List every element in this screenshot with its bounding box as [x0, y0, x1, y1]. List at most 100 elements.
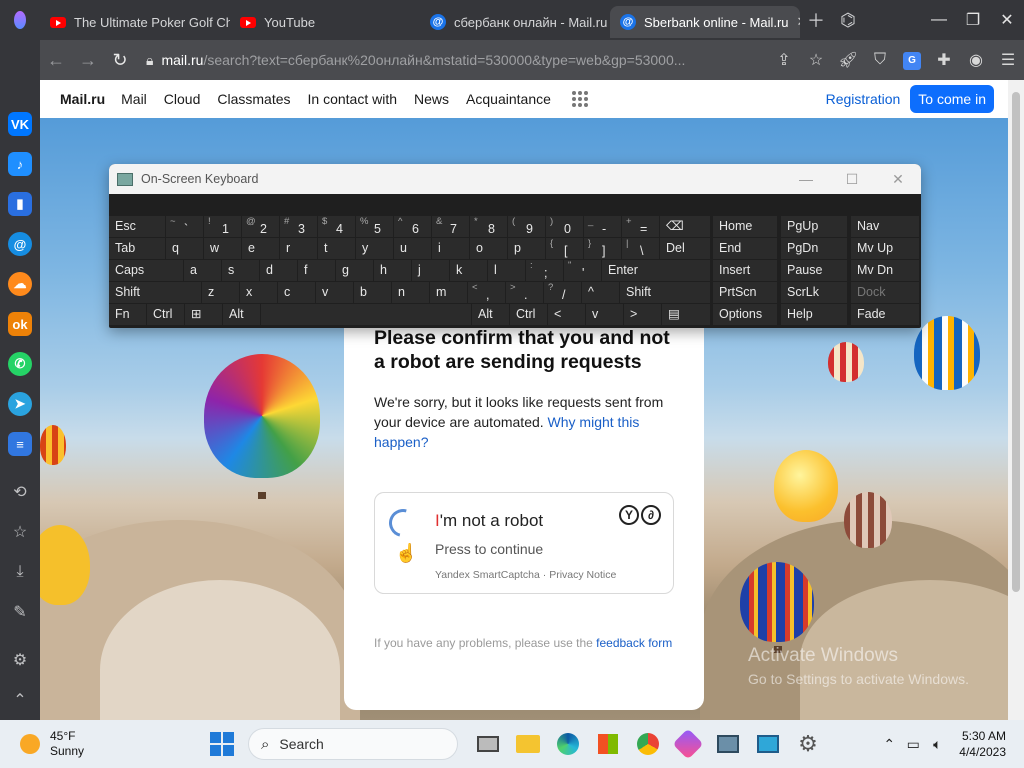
osk-nav-key[interactable]: Insert	[713, 260, 777, 281]
osk-key[interactable]: h	[374, 260, 411, 281]
clock[interactable]: 5:30 AM 4/4/2023	[959, 728, 1006, 760]
osk-key[interactable]: v	[586, 304, 623, 325]
login-button[interactable]: To come in	[910, 85, 994, 113]
nav-acquaintance[interactable]: Acquaintance	[466, 91, 551, 107]
restore-icon[interactable]: ❐	[956, 10, 990, 30]
mailru-logo[interactable]: Mail.ru	[60, 91, 105, 107]
osk-key[interactable]: l	[488, 260, 525, 281]
reload-icon[interactable]: ↻	[104, 50, 136, 71]
nav-cloud[interactable]: Cloud	[164, 91, 201, 107]
edge-icon[interactable]	[548, 724, 588, 764]
translate-icon[interactable]: G	[896, 50, 928, 70]
settings-gear-icon[interactable]: ⚙	[8, 648, 32, 672]
osk-key[interactable]: }]	[584, 238, 621, 259]
osk-key[interactable]: v	[316, 282, 353, 303]
osk-key[interactable]: f	[298, 260, 335, 281]
nav-in-contact-with[interactable]: In contact with	[308, 91, 398, 107]
osk-nav-key[interactable]: Mv Dn	[851, 260, 919, 281]
osk-key[interactable]: u	[394, 238, 431, 259]
virtual-machine-icon[interactable]	[708, 724, 748, 764]
osk-key[interactable]: a	[184, 260, 221, 281]
volume-icon[interactable]: 🔈︎	[925, 736, 949, 753]
chevron-up-icon[interactable]: ⌃	[8, 688, 32, 712]
osk-key[interactable]: i	[432, 238, 469, 259]
osk-nav-key[interactable]: Nav	[851, 216, 919, 237]
osk-key[interactable]: ~ `	[166, 216, 203, 237]
tab-youtube[interactable]: YouTube	[230, 6, 420, 38]
osk-key[interactable]: s	[222, 260, 259, 281]
favorites-star-icon[interactable]: ☆	[8, 520, 32, 544]
menu-icon[interactable]: ☰	[992, 50, 1024, 70]
close-window-icon[interactable]: ✕	[990, 10, 1024, 30]
osk-key[interactable]: ? /	[544, 282, 581, 303]
vk-icon[interactable]: VK	[8, 112, 32, 136]
captcha-footer[interactable]: Yandex SmartCaptcha · Privacy Notice	[435, 569, 616, 581]
extensions-icon[interactable]: ✚	[928, 50, 960, 70]
osk-title-bar[interactable]: On-Screen Keyboard — ☐ ✕	[109, 164, 921, 194]
close-tab-icon[interactable]: ✕	[797, 14, 800, 30]
new-tab-icon[interactable]: ＋	[800, 7, 832, 33]
osk-nav-key[interactable]: PgUp	[781, 216, 847, 237]
osk-nav-key[interactable]: Options	[713, 304, 777, 325]
tab-search-icon[interactable]: ⌬	[832, 10, 864, 31]
osk-key[interactable]: #3	[280, 216, 317, 237]
taskbar-search[interactable]: ⌕ Search	[248, 728, 458, 760]
profile-icon[interactable]: ◉	[960, 50, 992, 70]
osk-key[interactable]: t	[318, 238, 355, 259]
nav-news[interactable]: News	[414, 91, 449, 107]
settings-app-icon[interactable]: ⚙	[788, 724, 828, 764]
osk-key[interactable]: @2	[242, 216, 279, 237]
osk-nav-key[interactable]: PrtScn	[713, 282, 777, 303]
osk-key[interactable]: p	[508, 238, 545, 259]
osk-key[interactable]: * 8	[470, 216, 507, 237]
osk-minimize-icon[interactable]: —	[783, 171, 829, 188]
osk-key[interactable]: ^	[582, 282, 619, 303]
osk-key[interactable]: x	[240, 282, 277, 303]
osk-key[interactable]: z	[202, 282, 239, 303]
file-explorer-icon[interactable]	[508, 724, 548, 764]
store-icon[interactable]	[588, 724, 628, 764]
osk-key[interactable]: Fn	[109, 304, 146, 325]
osk-key[interactable]: $4	[318, 216, 355, 237]
osk-key[interactable]: ▤	[662, 304, 710, 325]
osk-nav-key[interactable]: Pause	[781, 260, 847, 281]
stats-icon[interactable]: ▮	[8, 192, 32, 216]
osk-nav-key[interactable]: Help	[781, 304, 847, 325]
nav-mail[interactable]: Mail	[121, 91, 147, 107]
osk-key[interactable]: n	[392, 282, 429, 303]
minimize-icon[interactable]: —	[922, 11, 956, 29]
osk-key[interactable]: Alt	[223, 304, 260, 325]
telegram-icon[interactable]: ➤	[8, 392, 32, 416]
osk-key[interactable]: Del	[660, 238, 710, 259]
osk-key[interactable]: o	[470, 238, 507, 259]
osk-key[interactable]: Ctrl	[147, 304, 184, 325]
back-icon[interactable]: ←	[40, 50, 72, 71]
osk-key[interactable]: Esc	[109, 216, 165, 237]
chrome-icon[interactable]	[628, 724, 668, 764]
osk-key[interactable]: Ctrl	[510, 304, 547, 325]
history-icon[interactable]: ⟲	[8, 480, 32, 504]
osk-nav-key[interactable]: Dock	[851, 282, 919, 303]
osk-key[interactable]: c	[278, 282, 315, 303]
osk-key[interactable]: ⊞	[185, 304, 222, 325]
osk-key[interactable]: w	[204, 238, 241, 259]
browser-logo-icon[interactable]	[0, 0, 40, 40]
tab-sberbank-online[interactable]: @ Sberbank online - Mail.ru ✕	[610, 6, 800, 38]
osk-nav-key[interactable]: Mv Up	[851, 238, 919, 259]
list-icon[interactable]: ≡	[8, 432, 32, 456]
osk-key[interactable]: Tab	[109, 238, 165, 259]
osk-key[interactable]: + =	[622, 216, 659, 237]
start-button[interactable]	[210, 732, 234, 756]
osk-nav-key[interactable]: ScrLk	[781, 282, 847, 303]
registration-link[interactable]: Registration	[826, 91, 901, 107]
osk-key[interactable]: _ -	[584, 216, 621, 237]
nav-classmates[interactable]: Classmates	[217, 91, 290, 107]
apps-grid-icon[interactable]	[571, 91, 588, 107]
osk-key[interactable]: <,	[468, 282, 505, 303]
weather-widget[interactable]: 45°F Sunny	[20, 729, 180, 759]
browser-app-icon[interactable]	[668, 724, 708, 764]
osk-key[interactable]: k	[450, 260, 487, 281]
downloads-icon[interactable]: ⤓	[8, 560, 32, 584]
osk-nav-key[interactable]: Home	[713, 216, 777, 237]
shield-icon[interactable]: ⛉	[864, 51, 896, 69]
